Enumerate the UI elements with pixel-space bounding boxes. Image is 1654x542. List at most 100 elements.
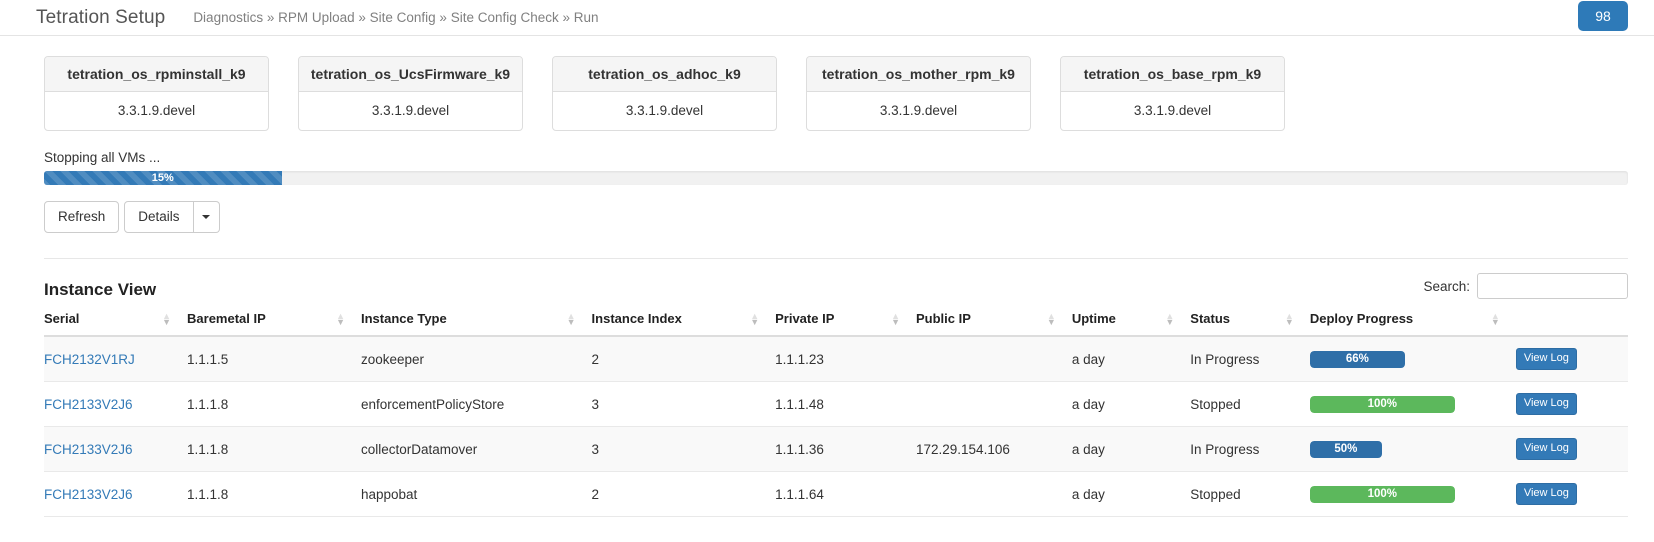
rpm-card-title: tetration_os_base_rpm_k9 [1061,57,1284,92]
cell-uptime: a day [1071,471,1191,517]
rpm-card-version: 3.3.1.9.devel [371,103,450,118]
rpm-card-title: tetration_os_adhoc_k9 [553,57,776,92]
serial-link[interactable]: FCH2132V1RJ [44,352,135,367]
cell-instance-index: 3 [591,426,776,472]
table-row: FCH2133V2J6 1.1.1.8 collectorDatamover 3 1.1… [44,426,1628,472]
column-header[interactable]: Status ▲ ▼ [1190,311,1310,337]
cell-private-ip: 1.1.1.64 [775,471,916,517]
search-label: Search: [1423,278,1470,294]
column-header[interactable]: Instance Type ▲ ▼ [360,311,592,337]
view-log-button[interactable]: View Log [1515,483,1577,505]
details-dropdown-toggle[interactable] [193,201,220,233]
sort-toggle-icon[interactable]: ▲ ▼ [1047,311,1056,326]
cell-public-ip: 172.29.154.106 [916,426,1072,472]
deploy-progress-bar: 100% [1309,485,1455,503]
cell-serial: FCH2133V2J6 [44,381,188,427]
cell-deploy-progress: 66% [1309,336,1516,382]
column-header-label: Instance Type [360,311,447,326]
cell-serial: FCH2133V2J6 [44,426,188,472]
column-header-label: Private IP [775,311,835,326]
rpm-card: tetration_os_adhoc_k9 3.3.1.9.devel [552,56,777,131]
column-header-label: Deploy Progress [1309,311,1414,326]
breadcrumb: Diagnostics » RPM Upload » Site Config »… [193,10,599,25]
cell-serial: FCH2132V1RJ [44,336,188,382]
overall-progress-bar: 15% [44,171,1628,185]
action-toolbar: Refresh Details [44,201,1628,233]
table-row: FCH2132V1RJ 1.1.1.5 zookeeper 2 1.1.1.23 a da… [44,336,1628,382]
deploy-progress-bar: 100% [1309,395,1455,413]
search-area: Search: [1423,273,1628,300]
column-header[interactable]: Instance Index ▲ ▼ [591,311,776,337]
details-split-button: Details [124,201,220,233]
sort-toggle-icon[interactable]: ▲ ▼ [1491,311,1500,326]
rpm-card: tetration_os_rpminstall_k9 3.3.1.9.devel [44,56,269,131]
progress-status-text: Stopping all VMs ... [44,150,161,165]
chevron-down-icon [202,215,211,219]
rpm-card-title: tetration_os_rpminstall_k9 [45,57,268,92]
cell-baremetal-ip: 1.1.1.5 [187,336,361,382]
cell-status: In Progress [1190,426,1310,472]
column-header-label: Instance Index [591,311,682,326]
serial-link[interactable]: FCH2133V2J6 [44,487,133,502]
rpm-card: tetration_os_mother_rpm_k9 3.3.1.9.devel [806,56,1031,131]
column-header[interactable]: Baremetal IP ▲ ▼ [187,311,361,337]
rpm-card-version: 3.3.1.9.devel [117,103,196,118]
deploy-progress-bar: 50% [1309,440,1455,458]
rpm-card: tetration_os_UcsFirmware_k9 3.3.1.9.devel [298,56,523,131]
cell-instance-type: collectorDatamover [360,426,592,472]
cell-baremetal-ip: 1.1.1.8 [187,471,361,517]
header-count-badge[interactable]: 98 [1578,1,1628,31]
serial-link[interactable]: FCH2133V2J6 [44,442,133,457]
deploy-progress-fill: 100% [1309,485,1455,503]
column-header-label: Status [1190,311,1231,326]
cell-baremetal-ip: 1.1.1.8 [187,381,361,427]
cell-deploy-progress: 100% [1309,471,1516,517]
rpm-card-title: tetration_os_UcsFirmware_k9 [299,57,522,92]
page-content: tetration_os_rpminstall_k9 3.3.1.9.devel t… [0,56,1654,517]
cell-action: View Log [1515,426,1628,472]
column-header-label: Baremetal IP [187,311,266,326]
cell-action: View Log [1515,471,1628,517]
cell-status: Stopped [1190,381,1310,427]
cell-action: View Log [1515,336,1628,382]
column-header[interactable]: Private IP ▲ ▼ [775,311,916,337]
sort-toggle-icon[interactable]: ▲ ▼ [1285,311,1294,326]
table-header: Serial ▲ ▼ Baremetal IP ▲ ▼ Instance Type ▲ ▼ Ins… [44,311,1628,337]
view-log-button[interactable]: View Log [1515,438,1577,460]
rpm-card-version: 3.3.1.9.devel [1133,103,1212,118]
sort-toggle-icon[interactable]: ▲ ▼ [567,311,576,326]
search-input[interactable] [1477,273,1628,299]
cell-deploy-progress: 50% [1309,426,1516,472]
cell-private-ip: 1.1.1.48 [775,381,916,427]
cell-status: In Progress [1190,336,1310,382]
column-header[interactable]: Public IP ▲ ▼ [916,311,1072,337]
cell-private-ip: 1.1.1.36 [775,426,916,472]
cell-deploy-progress: 100% [1309,381,1516,427]
app-title: Tetration Setup [36,6,166,28]
cell-uptime: a day [1071,336,1191,382]
deploy-progress-fill: 66% [1309,350,1405,368]
rpm-card-version: 3.3.1.9.devel [625,103,704,118]
sort-toggle-icon[interactable]: ▲ ▼ [750,311,759,326]
cell-instance-type: zookeeper [360,336,592,382]
column-header-label: Public IP [916,311,971,326]
sort-toggle-icon[interactable]: ▲ ▼ [336,311,345,326]
view-log-button[interactable]: View Log [1515,348,1577,370]
column-header[interactable]: Deploy Progress ▲ ▼ [1309,311,1516,337]
column-header[interactable]: Uptime ▲ ▼ [1071,311,1191,337]
sort-toggle-icon[interactable]: ▲ ▼ [891,311,900,326]
rpm-card-list: tetration_os_rpminstall_k9 3.3.1.9.devel t… [44,56,1628,131]
deploy-progress-fill: 100% [1309,395,1455,413]
view-log-button[interactable]: View Log [1515,393,1577,415]
cell-uptime: a day [1071,426,1191,472]
serial-link[interactable]: FCH2133V2J6 [44,397,133,412]
column-header[interactable]: Serial ▲ ▼ [44,311,188,337]
refresh-button[interactable]: Refresh [44,201,120,233]
sort-toggle-icon[interactable]: ▲ ▼ [162,311,171,326]
cell-instance-type: happobat [360,471,592,517]
instance-view-header: Instance View Search: [44,273,1628,300]
column-header-label: Uptime [1071,311,1116,326]
sort-toggle-icon[interactable]: ▲ ▼ [1165,311,1174,326]
details-button[interactable]: Details [124,201,194,233]
table-row: FCH2133V2J6 1.1.1.8 enforcementPolicyStore… [44,381,1628,427]
